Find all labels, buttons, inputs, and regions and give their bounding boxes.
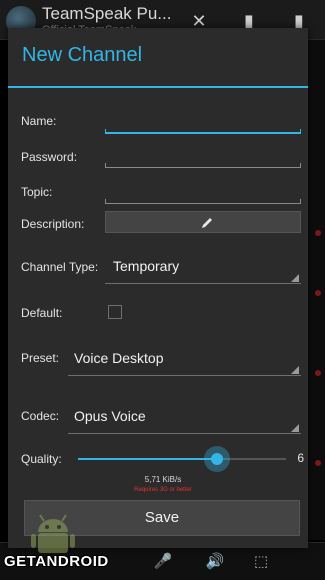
name-label: Name: — [21, 114, 57, 128]
quality-slider-thumb[interactable] — [203, 446, 230, 472]
bookmark-icon[interactable]: ⬚ — [250, 551, 272, 573]
android-robot-icon — [31, 514, 75, 553]
title-divider — [8, 86, 308, 88]
codec-value: Opus Voice — [74, 408, 146, 424]
quality-label: Quality: — [21, 452, 62, 466]
mic-icon[interactable]: 🎤 — [152, 551, 174, 573]
codec-spinner[interactable]: Opus Voice — [68, 408, 301, 434]
channel-type-value: Temporary — [113, 258, 180, 274]
quality-slider[interactable] — [78, 446, 286, 472]
topic-label: Topic: — [21, 185, 53, 199]
spinner-corner-icon — [291, 274, 299, 282]
description-edit-button[interactable] — [105, 211, 301, 233]
name-field[interactable] — [105, 116, 301, 134]
password-field[interactable] — [105, 150, 301, 168]
pencil-icon — [202, 218, 212, 228]
channel-type-label: Channel Type: — [21, 260, 99, 274]
default-checkbox[interactable] — [108, 305, 122, 319]
dialog-title: New Channel — [22, 44, 143, 66]
password-label: Password: — [21, 150, 78, 164]
speaker-icon[interactable]: 🔊 — [204, 551, 226, 573]
new-channel-dialog: New Channel Name: Password: Topic: Descr… — [8, 28, 308, 548]
channel-type-spinner[interactable]: Temporary — [105, 258, 301, 284]
watermark-text: GETANDROID — [4, 553, 109, 570]
bitrate-text: 5,71 KiB/s — [144, 475, 182, 484]
default-label: Default: — [21, 306, 63, 320]
topic-field[interactable] — [105, 186, 301, 204]
preset-spinner[interactable]: Voice Desktop — [68, 350, 301, 376]
bitrate-warning: Requires 3G or better — [134, 487, 192, 493]
spinner-corner-icon — [291, 366, 299, 374]
spinner-corner-icon — [291, 424, 299, 432]
preset-label: Preset: — [21, 351, 60, 365]
quality-slider-fill — [78, 458, 217, 460]
description-label: Description: — [21, 217, 85, 231]
app-title: TeamSpeak Pu... — [42, 4, 172, 23]
codec-label: Codec: — [21, 409, 60, 423]
quality-max-value: 6 — [297, 451, 304, 465]
preset-value: Voice Desktop — [74, 350, 164, 366]
